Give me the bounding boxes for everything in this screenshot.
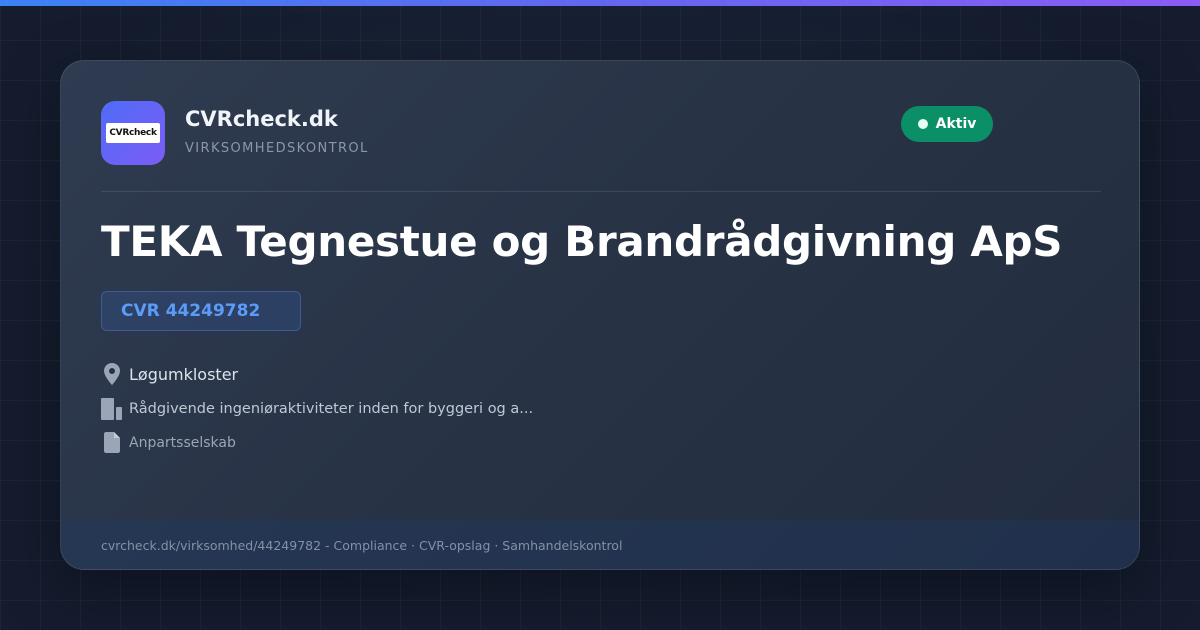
status-label: Aktiv bbox=[935, 116, 977, 132]
brand-logo: CVRcheck bbox=[101, 101, 165, 165]
document-icon bbox=[101, 432, 123, 453]
legal-form-text: Anpartsselskab bbox=[129, 434, 236, 451]
industry-text: Rådgivende ingeniøraktiviteter inden for… bbox=[129, 401, 534, 417]
brand-name: CVRcheck.dk bbox=[185, 107, 338, 131]
legal-form-row: Anpartsselskab bbox=[101, 432, 236, 453]
brand-tagline: VIRKSOMHEDSKONTROL bbox=[185, 141, 369, 156]
status-badge: Aktiv bbox=[901, 106, 993, 142]
map-pin-icon bbox=[101, 363, 123, 385]
location-text: Løgumkloster bbox=[129, 364, 239, 384]
footer-url: cvrcheck.dk/virksomhed/44249782 - Compli… bbox=[61, 520, 1139, 569]
company-name: TEKA Tegnestue og Brandrådgivning ApS bbox=[101, 217, 1063, 266]
logo-wordmark: CVRcheck bbox=[106, 123, 160, 143]
location-row: Løgumkloster bbox=[101, 363, 238, 385]
status-dot-icon bbox=[917, 119, 928, 129]
cvr-number-badge: CVR 44249782 bbox=[101, 291, 301, 331]
header-divider bbox=[101, 191, 1101, 192]
building-icon bbox=[101, 398, 123, 420]
top-accent-bar bbox=[0, 0, 1200, 6]
industry-row: Rådgivende ingeniøraktiviteter inden for… bbox=[101, 398, 533, 420]
company-card: CVRcheck CVRcheck.dk VIRKSOMHEDSKONTROL … bbox=[60, 60, 1140, 570]
